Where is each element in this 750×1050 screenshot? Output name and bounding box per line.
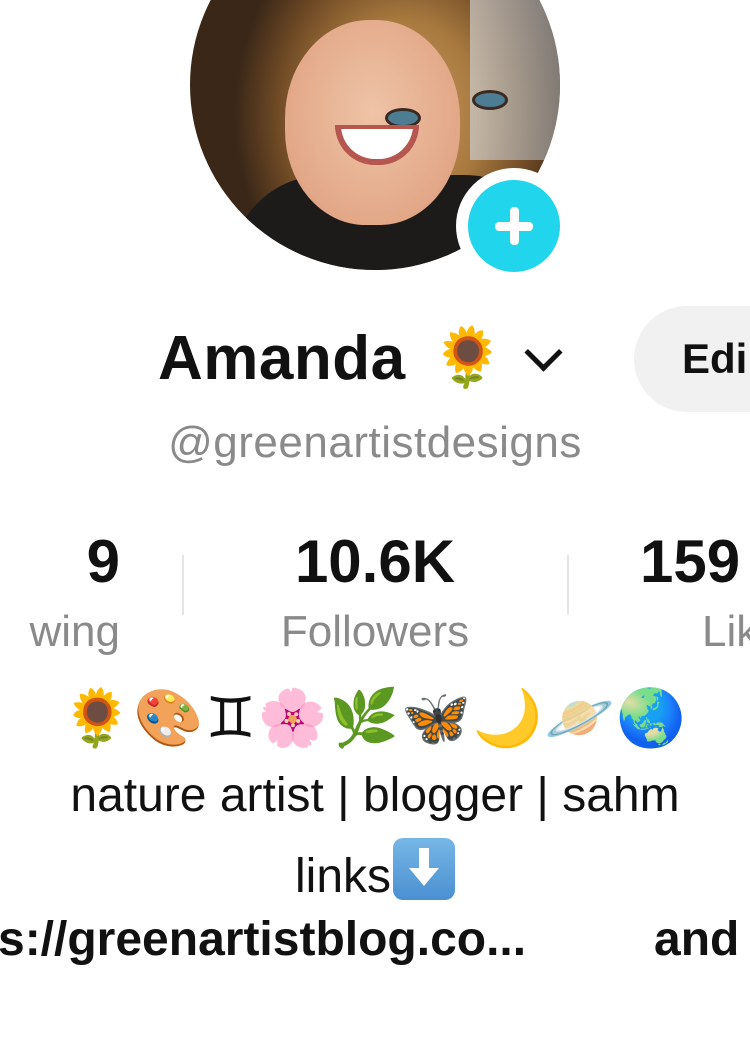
add-photo-button[interactable]	[456, 168, 572, 284]
plus-icon	[468, 180, 560, 272]
edit-profile-button[interactable]: Edi	[634, 306, 750, 412]
profile-name-row[interactable]: Amanda 🌻	[158, 318, 563, 398]
avatar-face	[285, 20, 460, 225]
stat-divider	[567, 555, 569, 615]
stat-divider	[182, 555, 184, 615]
down-arrow-icon	[393, 838, 456, 900]
likes-count: 159	[640, 528, 741, 595]
profile-name: Amanda	[158, 323, 406, 393]
sunflower-emoji: 🌻	[431, 325, 504, 390]
stat-followers[interactable]: 10.6K Followers	[235, 532, 515, 654]
following-count: 9	[86, 528, 120, 595]
profile-page: Amanda 🌻 Edi @greenartistdesigns 9 wing …	[0, 0, 750, 1050]
bio-description: nature artist | blogger | sahm	[70, 769, 680, 822]
chevron-down-icon[interactable]	[524, 332, 563, 372]
edit-profile-label: Edi	[682, 335, 748, 382]
stat-following[interactable]: 9 wing	[0, 528, 121, 656]
avatar-background	[470, 0, 560, 160]
following-label: wing	[29, 607, 121, 656]
profile-username: @greenartistdesigns	[168, 418, 582, 467]
avatar-eye-right	[472, 90, 508, 110]
bio-links-text: links	[294, 850, 392, 903]
bio-link-suffix[interactable]: and	[654, 912, 739, 967]
followers-count: 10.6K	[294, 528, 456, 595]
followers-label: Followers	[280, 607, 470, 656]
likes-label: Lik	[702, 607, 750, 656]
stat-likes[interactable]: 159 Lik	[640, 532, 750, 654]
bio-links-line: links	[0, 838, 750, 901]
bio-emojis: 🌻🎨♊🌸🌿🦋🌙🪐🌏	[61, 686, 688, 749]
bio-link[interactable]: s://greenartistblog.co...	[0, 912, 526, 967]
